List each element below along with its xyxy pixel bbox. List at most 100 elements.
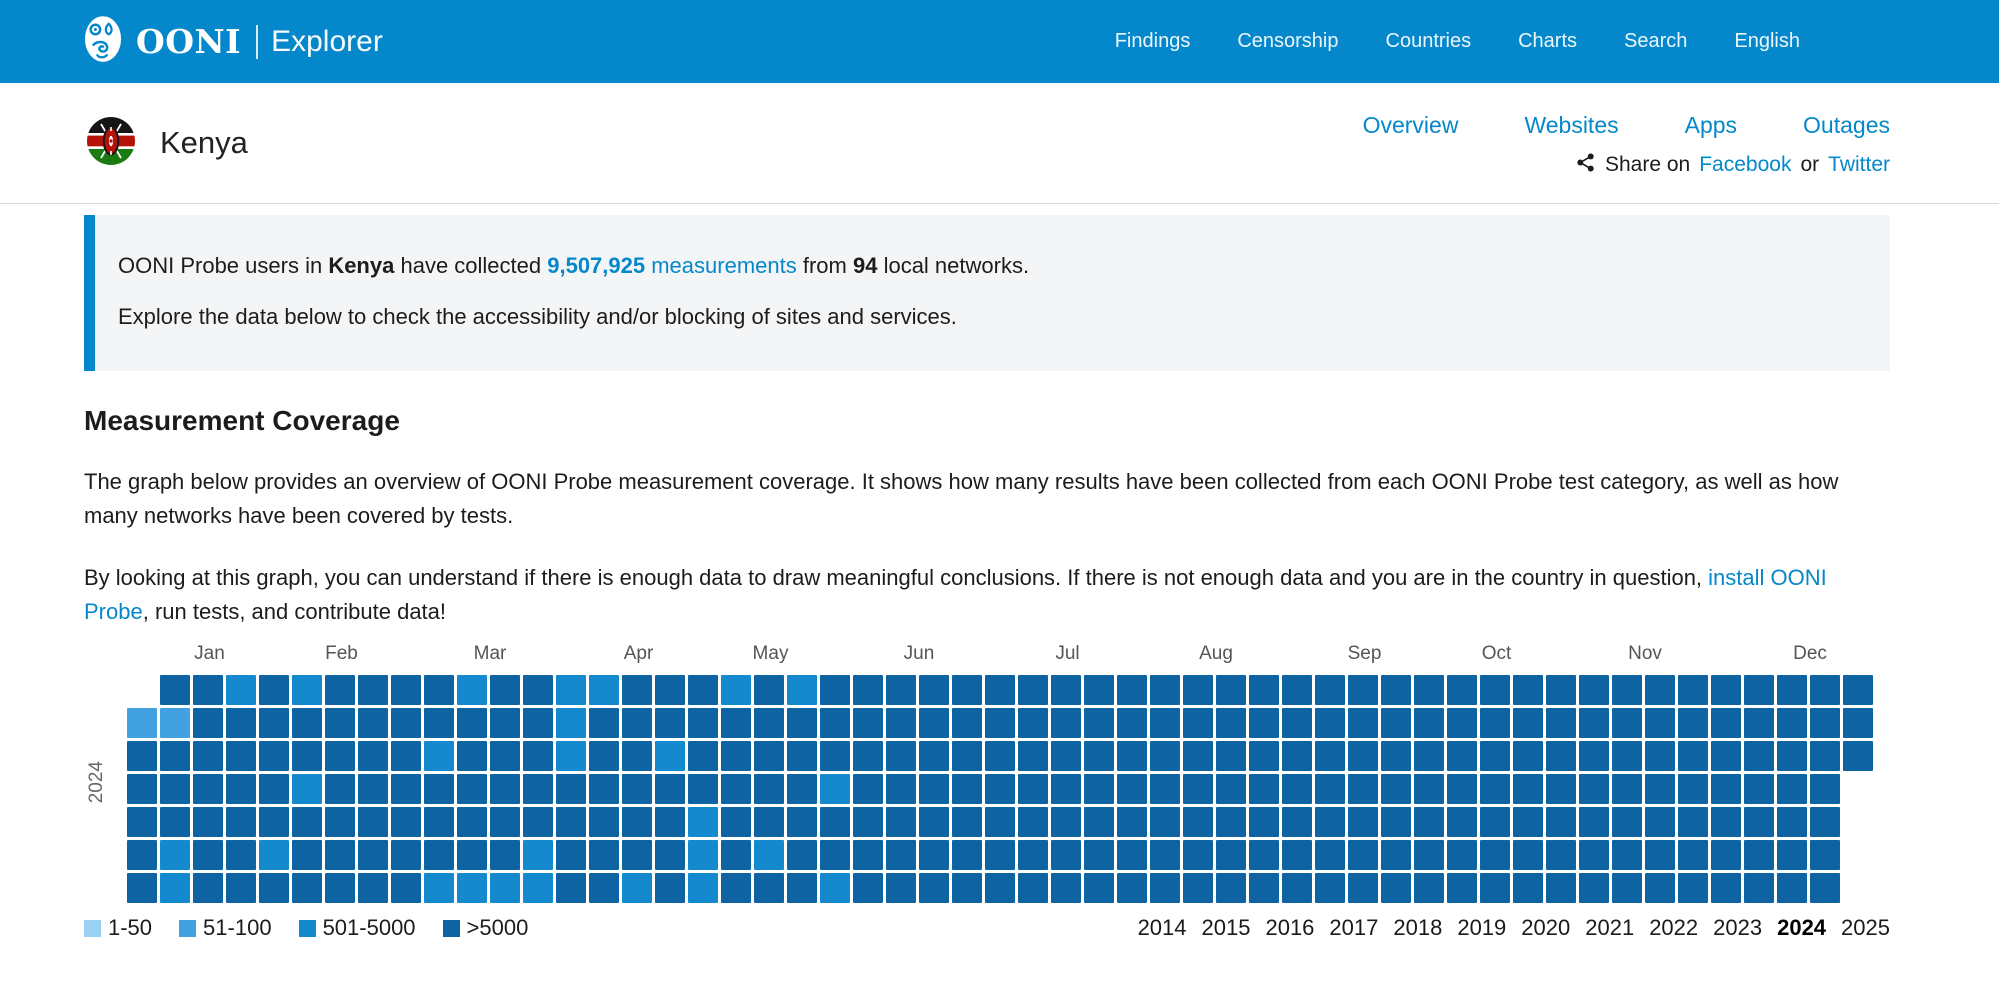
heatmap-cell[interactable] xyxy=(1051,675,1081,705)
navbar-link-censorship[interactable]: Censorship xyxy=(1237,30,1338,53)
year-option-2016[interactable]: 2016 xyxy=(1265,915,1314,941)
heatmap-cell[interactable] xyxy=(358,774,388,804)
heatmap-cell[interactable] xyxy=(1777,774,1807,804)
heatmap-cell[interactable] xyxy=(787,774,817,804)
heatmap-cell[interactable] xyxy=(226,774,256,804)
heatmap-cell[interactable] xyxy=(1645,807,1675,837)
heatmap-cell[interactable] xyxy=(490,675,520,705)
heatmap-cell[interactable] xyxy=(919,741,949,771)
heatmap-cell[interactable] xyxy=(1612,807,1642,837)
heatmap-cell[interactable] xyxy=(1777,873,1807,903)
heatmap-cell[interactable] xyxy=(1282,807,1312,837)
heatmap-cell[interactable] xyxy=(127,873,157,903)
heatmap-cell[interactable] xyxy=(1480,873,1510,903)
heatmap-cell[interactable] xyxy=(391,708,421,738)
heatmap-cell[interactable] xyxy=(358,873,388,903)
heatmap-cell[interactable] xyxy=(589,741,619,771)
heatmap-cell[interactable] xyxy=(457,741,487,771)
heatmap-cell[interactable] xyxy=(754,741,784,771)
heatmap-cell[interactable] xyxy=(1315,807,1345,837)
heatmap-cell[interactable] xyxy=(1315,708,1345,738)
heatmap-cell[interactable] xyxy=(1777,708,1807,738)
language-selector[interactable]: English xyxy=(1734,30,1800,53)
heatmap-cell[interactable] xyxy=(1513,675,1543,705)
heatmap-cell[interactable] xyxy=(325,741,355,771)
heatmap-cell[interactable] xyxy=(754,774,784,804)
heatmap-cell[interactable] xyxy=(754,807,784,837)
heatmap-cell[interactable] xyxy=(853,708,883,738)
tab-overview[interactable]: Overview xyxy=(1363,112,1459,139)
heatmap-cell[interactable] xyxy=(1579,675,1609,705)
heatmap-cell[interactable] xyxy=(457,840,487,870)
heatmap-cell[interactable] xyxy=(853,840,883,870)
heatmap-cell[interactable] xyxy=(1711,708,1741,738)
heatmap-cell[interactable] xyxy=(1645,873,1675,903)
heatmap-cell[interactable] xyxy=(1249,807,1279,837)
heatmap-cell[interactable] xyxy=(226,873,256,903)
heatmap-cell[interactable] xyxy=(160,675,190,705)
heatmap-cell[interactable] xyxy=(325,708,355,738)
heatmap-cell[interactable] xyxy=(1711,807,1741,837)
heatmap-cell[interactable] xyxy=(1084,675,1114,705)
heatmap-cell[interactable] xyxy=(1678,708,1708,738)
heatmap-cell[interactable] xyxy=(1645,708,1675,738)
heatmap-cell[interactable] xyxy=(1513,774,1543,804)
heatmap-cell[interactable] xyxy=(490,873,520,903)
heatmap-cell[interactable] xyxy=(1216,675,1246,705)
heatmap-cell[interactable] xyxy=(1447,741,1477,771)
heatmap-cell[interactable] xyxy=(358,840,388,870)
heatmap-cell[interactable] xyxy=(985,840,1015,870)
heatmap-cell[interactable] xyxy=(1117,741,1147,771)
heatmap-cell[interactable] xyxy=(1843,708,1873,738)
heatmap-cell[interactable] xyxy=(1018,807,1048,837)
year-option-2024[interactable]: 2024 xyxy=(1777,915,1826,941)
heatmap-cell[interactable] xyxy=(259,807,289,837)
heatmap-cell[interactable] xyxy=(1612,741,1642,771)
heatmap-cell[interactable] xyxy=(1051,741,1081,771)
heatmap-cell[interactable] xyxy=(391,840,421,870)
year-option-2020[interactable]: 2020 xyxy=(1521,915,1570,941)
heatmap-cell[interactable] xyxy=(721,873,751,903)
heatmap-cell[interactable] xyxy=(523,807,553,837)
heatmap-cell[interactable] xyxy=(1480,807,1510,837)
heatmap-cell[interactable] xyxy=(1183,774,1213,804)
heatmap-cell[interactable] xyxy=(820,708,850,738)
heatmap-cell[interactable] xyxy=(1348,741,1378,771)
year-option-2015[interactable]: 2015 xyxy=(1202,915,1251,941)
heatmap-cell[interactable] xyxy=(1480,675,1510,705)
heatmap-cell[interactable] xyxy=(358,708,388,738)
heatmap-cell[interactable] xyxy=(1744,675,1774,705)
heatmap-cell[interactable] xyxy=(1777,675,1807,705)
heatmap-cell[interactable] xyxy=(655,774,685,804)
heatmap-cell[interactable] xyxy=(622,840,652,870)
heatmap-cell[interactable] xyxy=(1678,873,1708,903)
heatmap-cell[interactable] xyxy=(1414,741,1444,771)
navbar-link-search[interactable]: Search xyxy=(1624,30,1687,53)
heatmap-cell[interactable] xyxy=(1117,873,1147,903)
heatmap-cell[interactable] xyxy=(1744,708,1774,738)
heatmap-cell[interactable] xyxy=(556,675,586,705)
heatmap-cell[interactable] xyxy=(523,675,553,705)
heatmap-cell[interactable] xyxy=(820,741,850,771)
heatmap-cell[interactable] xyxy=(721,840,751,870)
heatmap-cell[interactable] xyxy=(1117,840,1147,870)
heatmap-cell[interactable] xyxy=(1777,840,1807,870)
heatmap-cell[interactable] xyxy=(1348,675,1378,705)
heatmap-cell[interactable] xyxy=(259,840,289,870)
heatmap-cell[interactable] xyxy=(1150,840,1180,870)
heatmap-cell[interactable] xyxy=(952,708,982,738)
heatmap-cell[interactable] xyxy=(160,873,190,903)
heatmap-cell[interactable] xyxy=(226,708,256,738)
heatmap-cell[interactable] xyxy=(1612,873,1642,903)
heatmap-cell[interactable] xyxy=(886,675,916,705)
heatmap-cell[interactable] xyxy=(1084,840,1114,870)
heatmap-cell[interactable] xyxy=(1150,708,1180,738)
heatmap-cell[interactable] xyxy=(1381,675,1411,705)
heatmap-cell[interactable] xyxy=(1546,774,1576,804)
heatmap-cell[interactable] xyxy=(1315,774,1345,804)
heatmap-cell[interactable] xyxy=(1150,807,1180,837)
heatmap-cell[interactable] xyxy=(292,807,322,837)
share-facebook-link[interactable]: Facebook xyxy=(1699,153,1791,177)
heatmap-cell[interactable] xyxy=(193,873,223,903)
year-option-2017[interactable]: 2017 xyxy=(1329,915,1378,941)
